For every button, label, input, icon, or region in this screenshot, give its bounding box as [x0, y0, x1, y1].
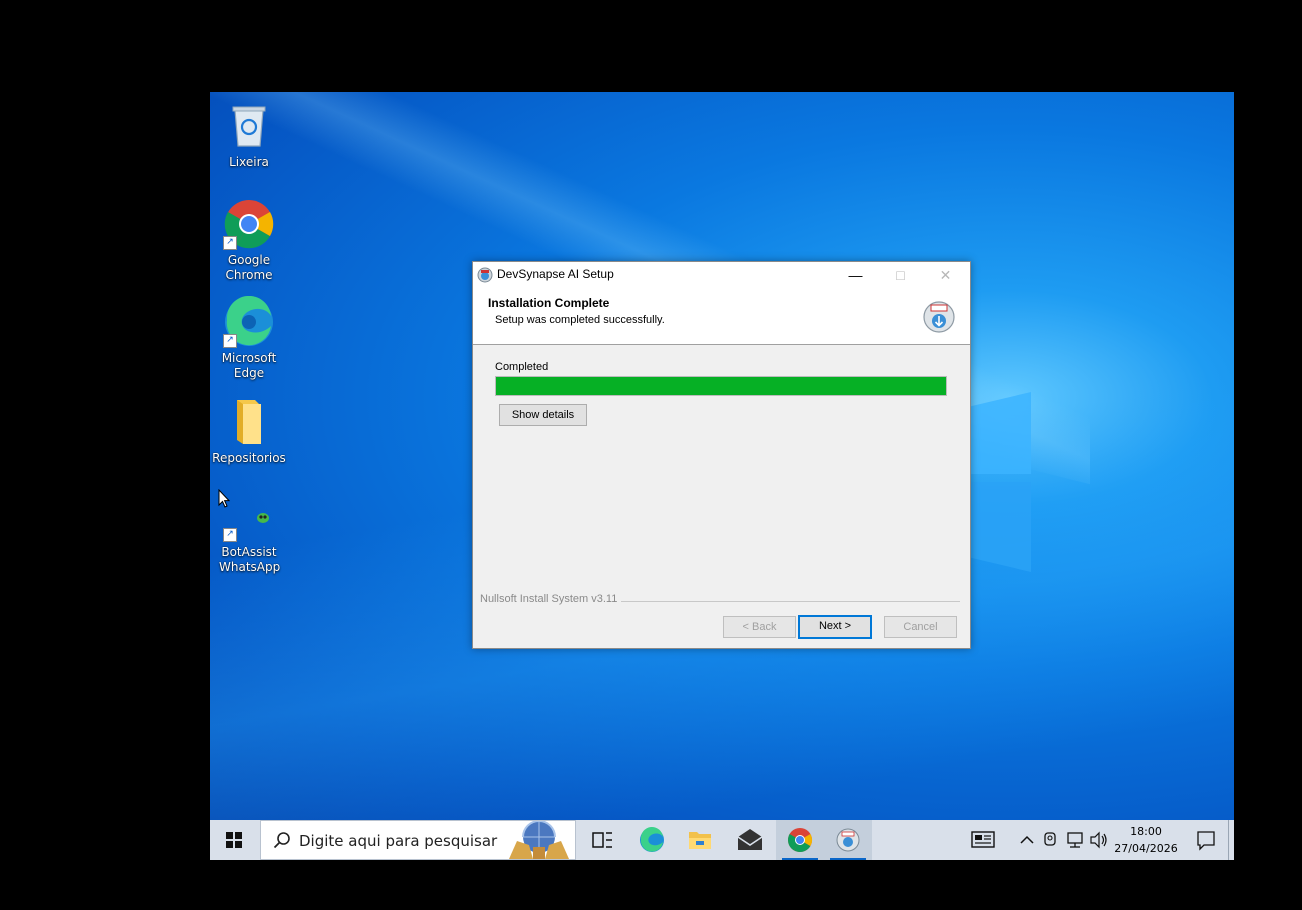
- nsis-branding-text: Nullsoft Install System v3.11: [480, 593, 622, 605]
- active-app-indicator: [782, 858, 818, 860]
- active-app-indicator: [830, 858, 866, 860]
- desktop-icon-edge[interactable]: ↗ Microsoft Edge: [209, 295, 289, 381]
- folder-icon: [223, 396, 275, 448]
- news-icon: [971, 831, 995, 848]
- search-highlight-illustration-icon[interactable]: [503, 821, 575, 859]
- desktop-icon-repositorios[interactable]: Repositorios: [209, 396, 289, 466]
- edge-icon: ↗: [223, 295, 275, 348]
- minimize-icon: —: [848, 267, 863, 283]
- notification-center-button[interactable]: [1186, 820, 1226, 860]
- show-desktop-button[interactable]: [1228, 820, 1235, 860]
- edge-icon: [640, 826, 664, 852]
- taskbar-chrome-button[interactable]: [776, 820, 824, 860]
- shortcut-arrow-icon: ↗: [223, 528, 237, 542]
- chrome-icon: ↗: [223, 198, 275, 250]
- taskbar-search-box[interactable]: Digite aqui para pesquisar: [260, 820, 576, 860]
- taskbar-edge-button[interactable]: [628, 820, 676, 860]
- taskbar: Digite aqui para pesquisar 18:00 27/04/2…: [210, 820, 1234, 860]
- news-widget-button[interactable]: [962, 820, 1006, 860]
- desktop-icon-chrome[interactable]: ↗ Google Chrome: [209, 198, 289, 283]
- next-button[interactable]: Next >: [798, 615, 872, 639]
- maximize-button: □: [878, 262, 923, 288]
- maximize-icon: □: [896, 267, 905, 283]
- desktop-icon-label: Microsoft Edge: [221, 351, 277, 380]
- taskbar-mail-button[interactable]: [726, 820, 774, 860]
- network-icon: [1067, 832, 1083, 848]
- install-status-label: Completed: [495, 361, 549, 373]
- dialog-header: Installation Complete Setup was complete…: [473, 288, 970, 345]
- windows-start-icon: [226, 832, 242, 848]
- shortcut-arrow-icon: ↗: [223, 236, 237, 250]
- desktop-icon-label: Repositorios: [212, 451, 286, 465]
- recycle-bin-icon: [223, 100, 275, 152]
- mail-icon: [737, 829, 763, 850]
- installer-logo-icon: [923, 301, 955, 333]
- taskbar-file-explorer-button[interactable]: [676, 820, 724, 860]
- close-button: ✕: [923, 262, 968, 288]
- task-view-button[interactable]: [578, 820, 626, 860]
- install-progress-bar: [495, 376, 947, 396]
- installer-app-icon: [477, 267, 493, 283]
- clock-time: 18:00: [1130, 825, 1162, 838]
- file-explorer-icon: [689, 832, 711, 849]
- meet-now-button[interactable]: [1040, 820, 1062, 860]
- chevron-up-icon: [1020, 835, 1034, 844]
- show-hidden-icons-button[interactable]: [1016, 820, 1038, 860]
- dialog-title: DevSynapse AI Setup: [497, 267, 614, 281]
- show-details-button[interactable]: Show details: [499, 404, 587, 426]
- clock-date: 27/04/2026: [1114, 842, 1178, 855]
- desktop-icon-label: Google Chrome: [225, 253, 273, 282]
- header-subtitle: Setup was completed successfully.: [495, 314, 665, 326]
- install-progress-fill: [496, 377, 946, 395]
- taskbar-installer-button[interactable]: [824, 820, 872, 860]
- installer-app-icon: [836, 828, 860, 852]
- close-icon: ✕: [939, 267, 952, 283]
- dialog-titlebar[interactable]: DevSynapse AI Setup — □ ✕: [473, 262, 970, 288]
- notification-icon: [1197, 831, 1215, 851]
- desktop-icon-label: BotAssist WhatsApp: [219, 545, 281, 574]
- search-icon: [273, 832, 290, 849]
- chrome-icon: [787, 828, 813, 853]
- desktop-icon-label: Lixeira: [229, 155, 269, 169]
- desktop-icon-recycle-bin[interactable]: Lixeira: [209, 100, 289, 170]
- webcam-icon: [1044, 832, 1056, 846]
- taskbar-clock[interactable]: 18:00 27/04/2026: [1110, 823, 1182, 857]
- start-button[interactable]: [210, 820, 258, 860]
- search-placeholder: Digite aqui para pesquisar: [299, 832, 498, 850]
- network-button[interactable]: [1064, 820, 1088, 860]
- desktop-icon-botassist[interactable]: ↗ BotAssist WhatsApp: [209, 506, 289, 575]
- minimize-button[interactable]: —: [833, 262, 878, 288]
- volume-button[interactable]: [1088, 820, 1110, 860]
- speaker-icon: [1090, 831, 1107, 849]
- shortcut-arrow-icon: ↗: [223, 334, 237, 348]
- cancel-button: Cancel: [884, 616, 957, 638]
- back-button: < Back: [723, 616, 796, 638]
- task-view-icon: [592, 832, 612, 848]
- header-title: Installation Complete: [488, 296, 610, 310]
- bot-icon: ↗: [223, 506, 275, 542]
- mouse-cursor-icon: [218, 489, 231, 508]
- installer-dialog: DevSynapse AI Setup — □ ✕ Installation C…: [472, 261, 971, 649]
